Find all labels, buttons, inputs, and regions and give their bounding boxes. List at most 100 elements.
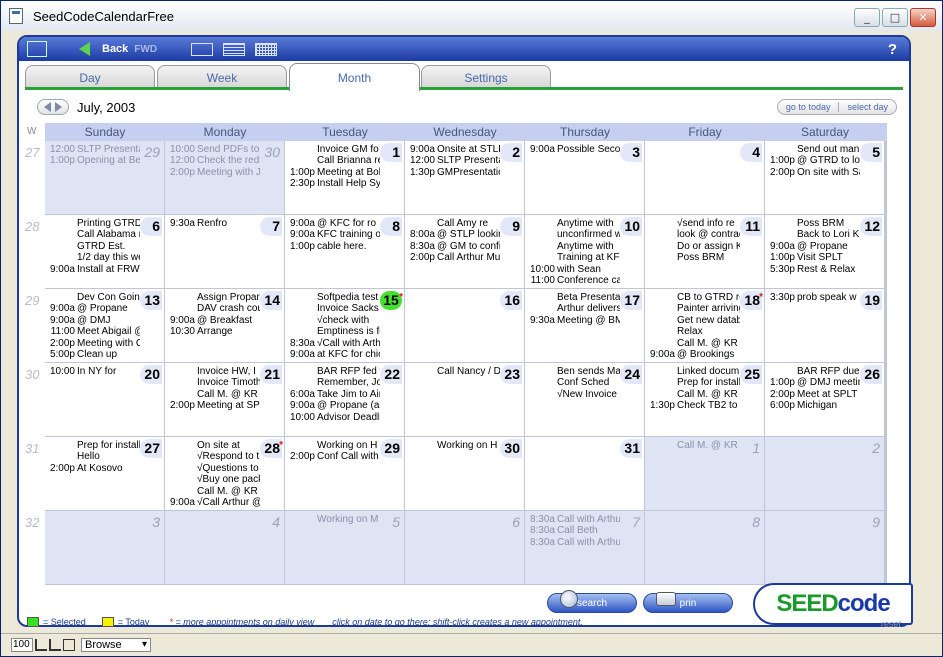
appointment[interactable]: 9:00a @ Brookings (645, 349, 740, 360)
appointment[interactable]: Get new database (645, 315, 740, 326)
date-number[interactable]: 27 (140, 439, 162, 458)
day-cell[interactable]: On site at√Respond to the√Questions to√B… (165, 437, 284, 510)
appointment[interactable]: 2:00p Conf Call with (285, 451, 380, 462)
day-cell[interactable]: 9:00aOnsite at STLP12:00SLTP Presentatio… (405, 141, 524, 214)
appointment[interactable]: Hello (45, 451, 140, 462)
date-number[interactable]: 7 (620, 513, 642, 532)
appointment[interactable]: 12:00Check the redfront (165, 155, 260, 166)
next-month-icon[interactable] (55, 102, 62, 112)
date-number[interactable]: 28 * (260, 439, 283, 458)
appointment[interactable]: BAR RFP due (765, 366, 860, 377)
appointment[interactable]: 1:30pGMPresentation (405, 167, 500, 178)
date-number[interactable]: 10 (620, 217, 642, 236)
back-button[interactable]: Back (79, 42, 128, 56)
day-cell[interactable]: 12:00 SLTP Presentat 1:00p Opening at Bel 29 (45, 141, 164, 214)
date-number[interactable]: 3 (140, 513, 162, 532)
month-stepper[interactable] (37, 99, 69, 115)
date-number[interactable]: 13 (140, 291, 162, 310)
appointment[interactable]: 8:30a Call Beth (525, 525, 620, 536)
appointment[interactable]: √New Invoice out (525, 389, 620, 400)
appointment[interactable]: Prep for installation (645, 377, 740, 388)
appointment[interactable]: 9:00a Possible Secon (525, 144, 620, 155)
day-cell[interactable]: Call Amy re8:00a@ STLP looking8:30a@ GM … (405, 215, 524, 288)
day-cell[interactable]: 6 (405, 511, 524, 584)
appointment[interactable]: Assign Propan (165, 292, 260, 303)
help-button[interactable]: ? (888, 41, 897, 58)
appointment[interactable]: 9:00a @ Propane (all (285, 400, 380, 411)
close-button[interactable]: ✕ (910, 8, 936, 27)
appointment[interactable]: Call M. @ KR (645, 338, 740, 349)
day-cell[interactable]: 10:00 In NY for 20 (45, 363, 164, 436)
appointment[interactable]: 12:00 SLTP Presentat (45, 144, 140, 155)
appointment[interactable]: 3:30p prob speak w (765, 292, 860, 303)
day-cell[interactable]: Send out man1:00p@ GTRD to look at2:00pO… (765, 141, 884, 214)
date-number[interactable]: 30 (260, 143, 282, 162)
select-day-button[interactable]: select day (838, 102, 896, 112)
appointment[interactable]: BAR RFP fed w (285, 366, 380, 377)
week-number[interactable]: 30 (25, 367, 39, 382)
week-number[interactable]: 27 (25, 145, 39, 160)
appointment[interactable]: DAV crash course (165, 303, 260, 314)
mode-select[interactable]: Browse (81, 638, 151, 652)
appointment[interactable]: 9:30a Renfro (165, 218, 260, 229)
date-number[interactable]: 16 (500, 291, 522, 310)
date-number[interactable]: 20 (140, 365, 162, 384)
day-cell[interactable]: Invoice GM fo Call Brianna re 1:00p Meeting… (285, 141, 404, 214)
appointment[interactable]: √Respond to the (165, 451, 260, 462)
day-cell[interactable]: 3 (45, 511, 164, 584)
appointment[interactable]: Poss BRM (765, 218, 860, 229)
appointment[interactable]: √check with (285, 315, 380, 326)
date-number[interactable]: 2 (500, 143, 522, 162)
appointment[interactable]: 8:30a Call with Arthur (525, 537, 620, 548)
appointment[interactable]: Painter arriving (645, 303, 740, 314)
appointment[interactable]: 9:00a @ DMJ (45, 315, 140, 326)
appointment[interactable]: 9:00a @ Propane (765, 241, 860, 252)
day-cell[interactable]: BAR RFP fed wRemember, John6:00aTake Jim… (285, 363, 404, 436)
day-cell[interactable]: Working on H 2:00p Conf Call with 29 (285, 437, 404, 510)
search-button[interactable]: search (547, 590, 637, 613)
appointment[interactable]: Invoice GM fo (285, 144, 380, 155)
appointment[interactable]: Emptiness is form (285, 326, 380, 337)
date-number[interactable]: 9 (860, 513, 882, 532)
appointment[interactable]: 1:00p Visit SPLT (765, 252, 860, 263)
date-number[interactable]: 1 (380, 143, 402, 162)
appointment[interactable]: Relax (645, 326, 740, 337)
date-number[interactable]: 23 (500, 365, 522, 384)
appointment[interactable]: 9:30aMeeting @ BMC (525, 315, 620, 326)
appointment[interactable]: 2:00pCall Arthur Murray (405, 252, 500, 263)
appointment[interactable]: 8:30a Call with Arthu (525, 514, 620, 525)
day-cell[interactable]: Linked documPrep for installationCall M.… (645, 363, 764, 436)
appointment[interactable]: √Questions to (165, 463, 260, 474)
appointment[interactable]: 2:30pInstall Help System (285, 178, 380, 189)
day-cell[interactable]: Prep for install Hello 2:00p At Kosovo 27 (45, 437, 164, 510)
appointment[interactable]: √send info re (645, 218, 740, 229)
appointment[interactable]: 10:00 with Sean (525, 264, 620, 275)
appointment[interactable]: 2:00pMeeting with CFC (45, 338, 140, 349)
appointment[interactable]: 1:00p@ DMJ meeting (765, 377, 860, 388)
day-cell[interactable]: Assign PropanDAV crash course9:00a@ Brea… (165, 289, 284, 362)
home-icon[interactable] (27, 41, 47, 57)
appointment[interactable]: 9:00a KFC training on (285, 229, 380, 240)
date-number[interactable]: 6 (500, 513, 522, 532)
appointment[interactable]: look @ contract (645, 229, 740, 240)
appointment[interactable]: Poss BRM (645, 252, 740, 263)
tab-week[interactable]: Week (157, 65, 287, 89)
appointment[interactable]: 2:00pMeet at SPLT /w (765, 389, 860, 400)
date-number[interactable]: 21 (260, 365, 282, 384)
day-cell[interactable]: Printing GTRDCall Alabama reGTRD Est.1/2… (45, 215, 164, 288)
date-number[interactable]: 12 (860, 217, 882, 236)
date-number[interactable]: 5 (380, 513, 402, 532)
appointment[interactable]: 9:00aat KFC for chicken (285, 349, 380, 360)
appointment[interactable]: Call M. @ KR (645, 440, 740, 451)
appointment[interactable]: Working on H (405, 440, 500, 451)
appointment[interactable]: 8:00a@ STLP looking (405, 229, 500, 240)
tab-day[interactable]: Day (25, 65, 155, 89)
day-cell[interactable]: 4 (645, 141, 764, 214)
day-cell[interactable]: 9:00a Possible Secon 3 (525, 141, 644, 214)
date-number[interactable]: 29 (140, 143, 162, 162)
appointment[interactable]: Arthur delivers (525, 303, 620, 314)
date-number[interactable]: 24 (620, 365, 642, 384)
appointment[interactable]: 9:00a @ Breakfast (165, 315, 260, 326)
week-number[interactable]: 31 (25, 441, 39, 456)
previous-month-icon[interactable] (44, 102, 51, 112)
